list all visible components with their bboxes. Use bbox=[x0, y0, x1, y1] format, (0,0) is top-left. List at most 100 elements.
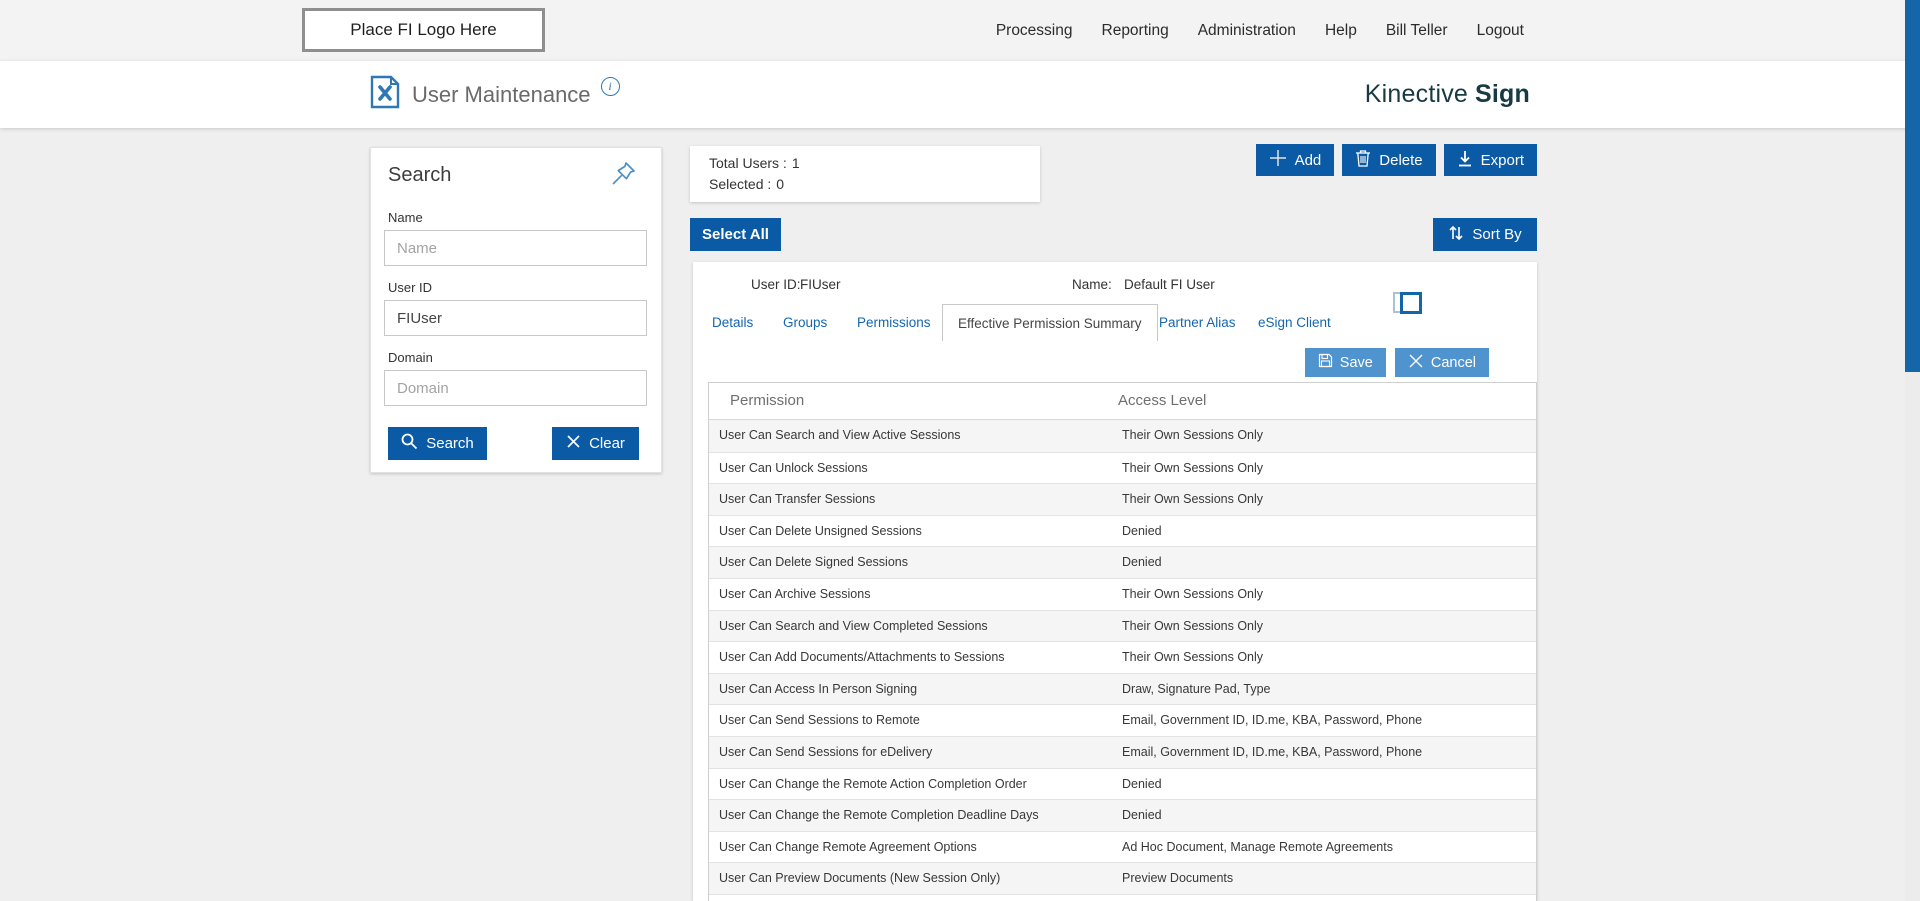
name-label: Name: bbox=[1072, 277, 1112, 292]
name-input[interactable] bbox=[384, 230, 647, 266]
permission-cell: User Can Search and View Completed Sessi… bbox=[719, 618, 988, 633]
access-level-column-header: Access Level bbox=[1118, 392, 1207, 409]
brand-logo: Kinective Sign bbox=[1365, 61, 1530, 128]
table-row: User Can Delete Signed Sessions Denied bbox=[709, 546, 1536, 578]
plus-icon bbox=[1269, 149, 1287, 171]
permission-cell: User Can Send Sessions to Remote bbox=[719, 713, 920, 728]
permissions-table-body: User Can Search and View Active Sessions… bbox=[709, 420, 1536, 894]
table-row: User Can Preview Documents (New Session … bbox=[709, 862, 1536, 894]
summary-card: Total Users : 1 Selected : 0 bbox=[690, 146, 1040, 202]
table-row: User Can Delete Unsigned Sessions Denied bbox=[709, 514, 1536, 547]
table-row: User Can Archive Sessions Their Own Sessi… bbox=[709, 577, 1536, 610]
user-id-label: User ID: bbox=[751, 277, 801, 292]
pin-icon[interactable] bbox=[610, 160, 637, 192]
access-level-cell: Their Own Sessions Only bbox=[1122, 492, 1264, 507]
access-level-cell: Denied bbox=[1122, 776, 1162, 791]
permission-cell: User Can Change Remote Agreement Options bbox=[719, 839, 977, 854]
permission-cell: User Can Unlock Sessions bbox=[719, 460, 868, 475]
tab-partner-alias[interactable]: Partner Alias bbox=[1159, 304, 1236, 341]
save-button[interactable]: Save bbox=[1304, 348, 1386, 377]
tab-effective-permission-summary[interactable]: Effective Permission Summary bbox=[942, 304, 1158, 341]
user-maintenance-icon bbox=[370, 75, 400, 114]
access-level-cell: Their Own Sessions Only bbox=[1122, 618, 1264, 633]
clear-button[interactable]: Clear bbox=[552, 427, 639, 460]
user-maintenance-page: Place FI Logo Here Processing Reporting Ad… bbox=[0, 0, 1920, 901]
top-nav-bar: Place FI Logo Here Processing Reporting Ad… bbox=[0, 0, 1920, 61]
name-field-label: Name bbox=[388, 210, 423, 225]
permission-cell: User Can Archive Sessions bbox=[719, 586, 871, 601]
search-icon bbox=[401, 433, 418, 454]
permission-cell: User Can Transfer Sessions bbox=[719, 492, 876, 507]
brand-name: Kinective bbox=[1364, 80, 1469, 108]
table-header: Permission Access Level bbox=[709, 383, 1536, 420]
access-level-cell: Preview Documents bbox=[1122, 871, 1234, 886]
tab-esign-client[interactable]: eSign Client bbox=[1258, 304, 1331, 341]
sort-by-button[interactable]: Sort By bbox=[1433, 218, 1537, 251]
table-row-partial bbox=[709, 893, 1536, 901]
nav-item-bill-teller[interactable]: Bill Teller bbox=[1386, 22, 1448, 40]
info-icon[interactable]: i bbox=[600, 77, 620, 96]
access-level-cell: Their Own Sessions Only bbox=[1122, 586, 1264, 601]
page-header: User Maintenance i Kinective Sign bbox=[0, 61, 1920, 128]
permission-cell: User Can Change the Remote Completion De… bbox=[719, 808, 1039, 823]
delete-button[interactable]: Delete bbox=[1342, 144, 1436, 176]
permission-cell: User Can Access In Person Signing bbox=[719, 681, 918, 696]
floppy-icon bbox=[1318, 353, 1333, 372]
access-level-cell: Denied bbox=[1122, 523, 1162, 538]
permission-cell: User Can Preview Documents (New Session … bbox=[719, 871, 1001, 886]
brand-product: Sign bbox=[1475, 80, 1530, 108]
name-value: Default FI User bbox=[1124, 277, 1215, 292]
add-button[interactable]: Add bbox=[1255, 144, 1335, 176]
table-row: User Can Send Sessions for eDelivery Emai… bbox=[709, 735, 1536, 768]
search-button[interactable]: Search bbox=[388, 427, 487, 460]
x-icon bbox=[566, 434, 581, 453]
access-level-cell: Ad Hoc Document, Manage Remote Agreement… bbox=[1122, 839, 1393, 854]
table-row: User Can Search and View Completed Sessi… bbox=[709, 609, 1536, 642]
select-all-button[interactable]: Select All bbox=[690, 218, 781, 251]
permission-cell: User Can Delete Unsigned Sessions bbox=[719, 523, 922, 538]
nav-item-administration[interactable]: Administration bbox=[1198, 22, 1296, 40]
search-fields: Name User ID Domain bbox=[371, 210, 661, 406]
user-identity-row: User ID: FIUser Name: Default FI User bbox=[693, 262, 1537, 314]
export-button[interactable]: Export bbox=[1443, 144, 1537, 176]
permission-cell: User Can Search and View Active Sessions bbox=[719, 428, 961, 442]
nav-item-help[interactable]: Help bbox=[1325, 22, 1357, 40]
nav-item-processing[interactable]: Processing bbox=[996, 22, 1073, 40]
table-row: User Can Add Documents/Attachments to Se… bbox=[709, 641, 1536, 673]
search-panel-title: Search bbox=[388, 164, 452, 186]
permission-cell: User Can Send Sessions for eDelivery bbox=[719, 744, 933, 759]
permissions-table: Permission Access Level User Can Search … bbox=[708, 382, 1537, 901]
user-id-input[interactable] bbox=[384, 300, 647, 336]
save-cancel-actions: Save Cancel bbox=[1304, 348, 1489, 377]
download-icon bbox=[1457, 150, 1473, 171]
table-row: User Can Access In Person Signing Draw, S… bbox=[709, 672, 1536, 705]
content-area: Search Name User ID Domain bbox=[0, 128, 1920, 901]
total-users-value: 1 bbox=[791, 155, 800, 171]
access-level-cell: Draw, Signature Pad, Type bbox=[1122, 681, 1271, 696]
tab-groups[interactable]: Groups bbox=[783, 304, 827, 341]
vertical-scrollbar-thumb[interactable] bbox=[1905, 0, 1920, 372]
table-row: User Can Change the Remote Action Comple… bbox=[709, 767, 1536, 800]
domain-input[interactable] bbox=[384, 370, 647, 406]
nav-item-reporting[interactable]: Reporting bbox=[1102, 22, 1169, 40]
tab-details[interactable]: Details bbox=[712, 304, 753, 341]
table-row: User Can Transfer Sessions Their Own Sess… bbox=[709, 483, 1536, 515]
domain-field-label: Domain bbox=[388, 350, 433, 365]
table-row: User Can Change the Remote Completion De… bbox=[709, 799, 1536, 831]
total-users-label: Total Users : bbox=[709, 155, 787, 171]
tab-permissions[interactable]: Permissions bbox=[857, 304, 931, 341]
selected-label: Selected : bbox=[709, 176, 772, 192]
access-level-cell: Denied bbox=[1122, 555, 1162, 570]
cancel-button[interactable]: Cancel bbox=[1394, 348, 1489, 377]
primary-nav: Processing Reporting Administration Help Bil… bbox=[996, 0, 1524, 61]
access-level-cell: Their Own Sessions Only bbox=[1122, 650, 1264, 665]
selected-value: 0 bbox=[776, 176, 785, 192]
permission-column-header: Permission bbox=[730, 392, 805, 409]
access-level-cell: Email, Government ID, ID.me, KBA, Passwo… bbox=[1122, 713, 1423, 728]
user-detail-card: User ID: FIUser Name: Default FI User De… bbox=[693, 262, 1537, 901]
search-panel: Search Name User ID Domain bbox=[370, 147, 662, 473]
table-row: User Can Search and View Active Sessions… bbox=[709, 420, 1536, 452]
access-level-cell: Denied bbox=[1122, 808, 1162, 823]
table-row: User Can Send Sessions to Remote Email, G… bbox=[709, 704, 1536, 736]
nav-item-logout[interactable]: Logout bbox=[1477, 22, 1524, 40]
